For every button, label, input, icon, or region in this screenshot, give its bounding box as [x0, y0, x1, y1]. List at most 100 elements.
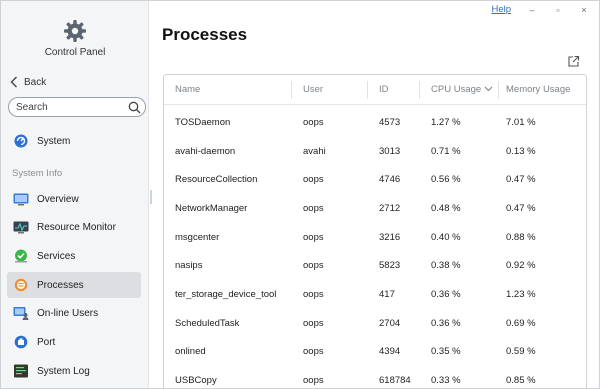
cell-cpu: 0.36 % — [431, 288, 461, 300]
section-label-system-info: System Info — [12, 168, 63, 179]
port-icon — [14, 335, 28, 349]
search-box — [8, 97, 146, 117]
table-row[interactable]: msgcenter oops 3216 0.40 % 0.88 % — [164, 225, 586, 254]
column-header-memory[interactable]: Memory Usage — [506, 84, 570, 95]
back-label: Back — [24, 76, 47, 88]
cell-cpu: 0.38 % — [431, 260, 461, 272]
sidebar-item-overview[interactable]: Overview — [7, 186, 141, 212]
cell-id: 3013 — [379, 145, 401, 157]
column-divider — [498, 81, 499, 99]
cell-user: oops — [303, 231, 324, 243]
cell-name: ter_storage_device_tool — [175, 288, 277, 300]
chevron-down-icon — [484, 87, 493, 92]
cell-id: 4573 — [379, 117, 401, 128]
export-icon[interactable] — [567, 55, 580, 68]
table-row[interactable]: TOSDaemon oops 4573 1.27 % 7.01 % — [164, 110, 586, 139]
close-button[interactable]: × — [579, 5, 589, 15]
sidebar-scrollbar[interactable] — [150, 190, 152, 204]
cell-cpu: 0.35 % — [431, 346, 461, 358]
cell-id: 2712 — [379, 202, 401, 214]
cell-id: 618784 — [379, 374, 411, 386]
cell-name: NetworkManager — [175, 202, 248, 214]
cell-cpu: 1.27 % — [431, 117, 461, 128]
column-header-name[interactable]: Name — [175, 84, 200, 95]
gear-icon — [64, 20, 86, 42]
table-row[interactable]: NetworkManager oops 2712 0.48 % 0.47 % — [164, 196, 586, 225]
sidebar-item-services[interactable]: Services — [7, 243, 141, 269]
chevron-left-icon — [10, 76, 17, 88]
table-row[interactable]: nasips oops 5823 0.38 % 0.92 % — [164, 253, 586, 282]
overview-icon — [13, 193, 29, 206]
sidebar-item-label: Port — [37, 336, 56, 348]
cell-memory: 0.69 % — [506, 317, 536, 329]
sidebar-item-label: System — [37, 135, 71, 147]
column-header-id[interactable]: ID — [379, 84, 389, 95]
table-row[interactable]: ter_storage_device_tool oops 417 0.36 % 1.23… — [164, 282, 586, 311]
sidebar: Control Panel Back System System Info Ov… — [1, 1, 149, 388]
sidebar-item-port[interactable]: Port — [7, 329, 141, 355]
processes-table: Name User ID CPU Usage Memory Usage TOSD… — [163, 74, 587, 388]
table-row[interactable]: onlined oops 4394 0.35 % 0.59 % — [164, 339, 586, 368]
cell-user: oops — [303, 260, 324, 272]
cell-user: oops — [303, 317, 324, 329]
help-link[interactable]: Help — [491, 4, 511, 15]
column-header-cpu-label: CPU Usage — [431, 84, 482, 95]
control-panel-window: Control Panel Back System System Info Ov… — [0, 0, 600, 389]
sidebar-item-label: System Log — [37, 365, 90, 377]
system-icon — [14, 134, 28, 148]
app-header: Control Panel — [1, 19, 148, 58]
table-row[interactable]: ScheduledTask oops 2704 0.36 % 0.69 % — [164, 311, 586, 340]
services-icon — [15, 249, 27, 263]
cell-name: onlined — [175, 346, 206, 358]
search-input[interactable] — [16, 100, 126, 114]
cell-cpu: 0.71 % — [431, 145, 461, 157]
cell-memory: 0.88 % — [506, 231, 536, 243]
column-header-cpu[interactable]: CPU Usage — [431, 84, 493, 95]
cell-name: avahi-daemon — [175, 145, 236, 157]
sidebar-item-label: Processes — [37, 279, 84, 291]
title-bar-controls: Help – ▫ × — [491, 4, 589, 15]
sidebar-item-system[interactable]: System — [7, 128, 141, 154]
cell-name: ResourceCollection — [175, 174, 258, 186]
cell-user: avahi — [303, 145, 326, 157]
back-button[interactable]: Back — [10, 76, 46, 88]
table-header: Name User ID CPU Usage Memory Usage — [164, 75, 586, 105]
cell-cpu: 0.40 % — [431, 231, 461, 243]
cell-memory: 0.47 % — [506, 202, 536, 214]
table-row[interactable]: ResourceCollection oops 4746 0.56 % 0.47 % — [164, 167, 586, 196]
maximize-button[interactable]: ▫ — [553, 5, 563, 15]
table-row[interactable]: avahi-daemon avahi 3013 0.71 % 0.13 % — [164, 139, 586, 168]
cell-user: oops — [303, 346, 324, 358]
column-divider — [291, 81, 292, 99]
sidebar-item-resource-monitor[interactable]: Resource Monitor — [7, 214, 141, 240]
system-log-icon — [14, 364, 28, 378]
cell-user: oops — [303, 374, 324, 386]
sidebar-item-online-users[interactable]: On-line Users — [7, 300, 141, 326]
cell-cpu: 0.33 % — [431, 374, 461, 386]
cell-user: oops — [303, 288, 324, 300]
table-row[interactable]: USBCopy oops 618784 0.33 % 0.85 % — [164, 368, 586, 388]
cell-id: 5823 — [379, 260, 401, 272]
cell-id: 3216 — [379, 231, 401, 243]
cell-memory: 0.92 % — [506, 260, 536, 272]
sidebar-item-system-log[interactable]: System Log — [7, 358, 141, 384]
cell-memory: 0.59 % — [506, 346, 536, 358]
cell-id: 2704 — [379, 317, 401, 329]
cell-id: 4746 — [379, 174, 401, 186]
cell-id: 417 — [379, 288, 395, 300]
search-icon[interactable] — [128, 101, 141, 114]
resource-monitor-icon — [13, 221, 29, 234]
sidebar-item-label: Overview — [37, 193, 79, 205]
cell-user: oops — [303, 174, 324, 186]
column-header-user[interactable]: User — [303, 84, 323, 95]
processes-icon — [14, 278, 28, 292]
minimize-button[interactable]: – — [527, 5, 537, 15]
cell-memory: 0.85 % — [506, 374, 536, 386]
cell-name: ScheduledTask — [175, 317, 240, 329]
sidebar-item-label: Services — [37, 250, 76, 262]
cell-memory: 7.01 % — [506, 117, 536, 128]
cell-memory: 0.47 % — [506, 174, 536, 186]
cell-user: oops — [303, 117, 324, 128]
sidebar-item-processes[interactable]: Processes — [7, 272, 141, 298]
column-divider — [419, 81, 420, 99]
